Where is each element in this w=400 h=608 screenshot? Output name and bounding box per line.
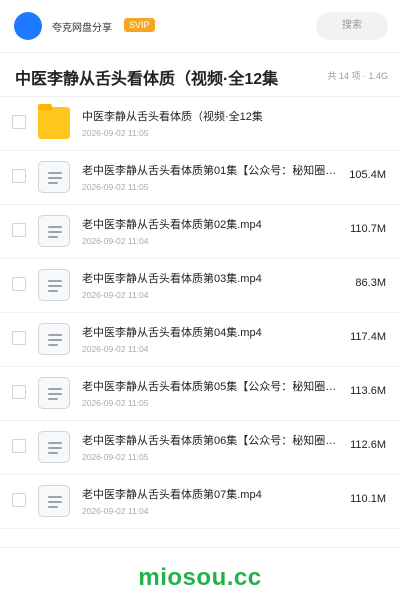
list-item[interactable]: 老中医李静从舌头看体质第07集.mp4 2026-09-02 11:04 110… xyxy=(0,474,400,529)
list-item[interactable]: 老中医李静从舌头看体质第06集【公众号：秘知圈】.mp4 2026-09-02 … xyxy=(0,420,400,475)
user-name: 夸克网盘分享 xyxy=(52,23,112,34)
file-date: 2026-09-02 11:04 xyxy=(82,344,149,354)
search-button[interactable]: 搜索 xyxy=(316,12,388,40)
file-size: 112.6M xyxy=(350,439,386,451)
checkbox[interactable] xyxy=(12,223,26,237)
document-icon xyxy=(38,269,70,301)
document-icon xyxy=(38,431,70,463)
file-name: 老中医李静从舌头看体质第06集【公众号：秘知圈】.mp4 xyxy=(82,435,340,447)
file-name: 中医李静从舌头看体质（视频·全12集 xyxy=(82,111,263,123)
file-name: 老中医李静从舌头看体质第02集.mp4 xyxy=(82,219,262,231)
checkbox[interactable] xyxy=(12,439,26,453)
folder-title-bar: 中医李静从舌头看体质（视频·全12集 共 14 项 · 1.4G xyxy=(0,52,400,96)
file-date: 2026-09-02 11:05 xyxy=(82,182,149,192)
file-size: 117.4M xyxy=(350,331,386,343)
checkbox[interactable] xyxy=(12,277,26,291)
file-name: 老中医李静从舌头看体质第04集.mp4 xyxy=(82,327,262,339)
file-name: 老中医李静从舌头看体质第03集.mp4 xyxy=(82,273,262,285)
file-size: 110.7M xyxy=(350,223,386,235)
checkbox[interactable] xyxy=(12,385,26,399)
file-name: 老中医李静从舌头看体质第05集【公众号：秘知圈】.mp4 xyxy=(82,381,340,393)
folder-meta: 共 14 项 · 1.4G xyxy=(327,71,388,81)
file-date: 2026-09-02 11:05 xyxy=(82,128,149,138)
document-icon xyxy=(38,377,70,409)
file-size: 105.4M xyxy=(349,169,386,181)
file-date: 2026-09-02 11:05 xyxy=(82,398,149,408)
file-size: 113.6M xyxy=(350,385,386,397)
file-name: 老中医李静从舌头看体质第07集.mp4 xyxy=(82,489,262,501)
file-date: 2026-09-02 11:04 xyxy=(82,236,149,246)
document-icon xyxy=(38,485,70,517)
file-date: 2026-09-02 11:04 xyxy=(82,290,149,300)
list-item[interactable]: 中医李静从舌头看体质（视频·全12集 2026-09-02 11:05 xyxy=(0,96,400,151)
file-date: 2026-09-02 11:04 xyxy=(82,506,149,516)
file-size: 110.1M xyxy=(350,493,386,505)
document-icon xyxy=(38,215,70,247)
checkbox[interactable] xyxy=(12,115,26,129)
svip-badge: SVIP xyxy=(124,18,155,32)
list-item[interactable]: 老中医李静从舌头看体质第04集.mp4 2026-09-02 11:04 117… xyxy=(0,312,400,367)
list-item[interactable]: 老中医李静从舌头看体质第02集.mp4 2026-09-02 11:04 110… xyxy=(0,204,400,259)
app-header: 夸克网盘分享 SVIP 搜索 xyxy=(0,0,400,52)
document-icon xyxy=(38,323,70,355)
watermark: miosou.cc xyxy=(138,564,262,591)
checkbox[interactable] xyxy=(12,169,26,183)
checkbox[interactable] xyxy=(12,493,26,507)
folder-icon xyxy=(38,104,70,139)
file-size: 86.3M xyxy=(355,277,386,289)
list-item[interactable]: 老中医李静从舌头看体质第05集【公众号：秘知圈】.mp4 2026-09-02 … xyxy=(0,366,400,421)
list-item[interactable]: 老中医李静从舌头看体质第03集.mp4 2026-09-02 11:04 86.… xyxy=(0,258,400,313)
list-item[interactable]: 老中医李静从舌头看体质第01集【公众号：秘知圈】.mp4 2026-09-02 … xyxy=(0,150,400,205)
file-date: 2026-09-02 11:05 xyxy=(82,452,149,462)
checkbox[interactable] xyxy=(12,331,26,345)
page-title: 中医李静从舌头看体质（视频·全12集 xyxy=(15,71,279,88)
file-name: 老中医李静从舌头看体质第01集【公众号：秘知圈】.mp4 xyxy=(82,165,340,177)
avatar[interactable] xyxy=(14,12,42,40)
document-icon xyxy=(38,161,70,193)
